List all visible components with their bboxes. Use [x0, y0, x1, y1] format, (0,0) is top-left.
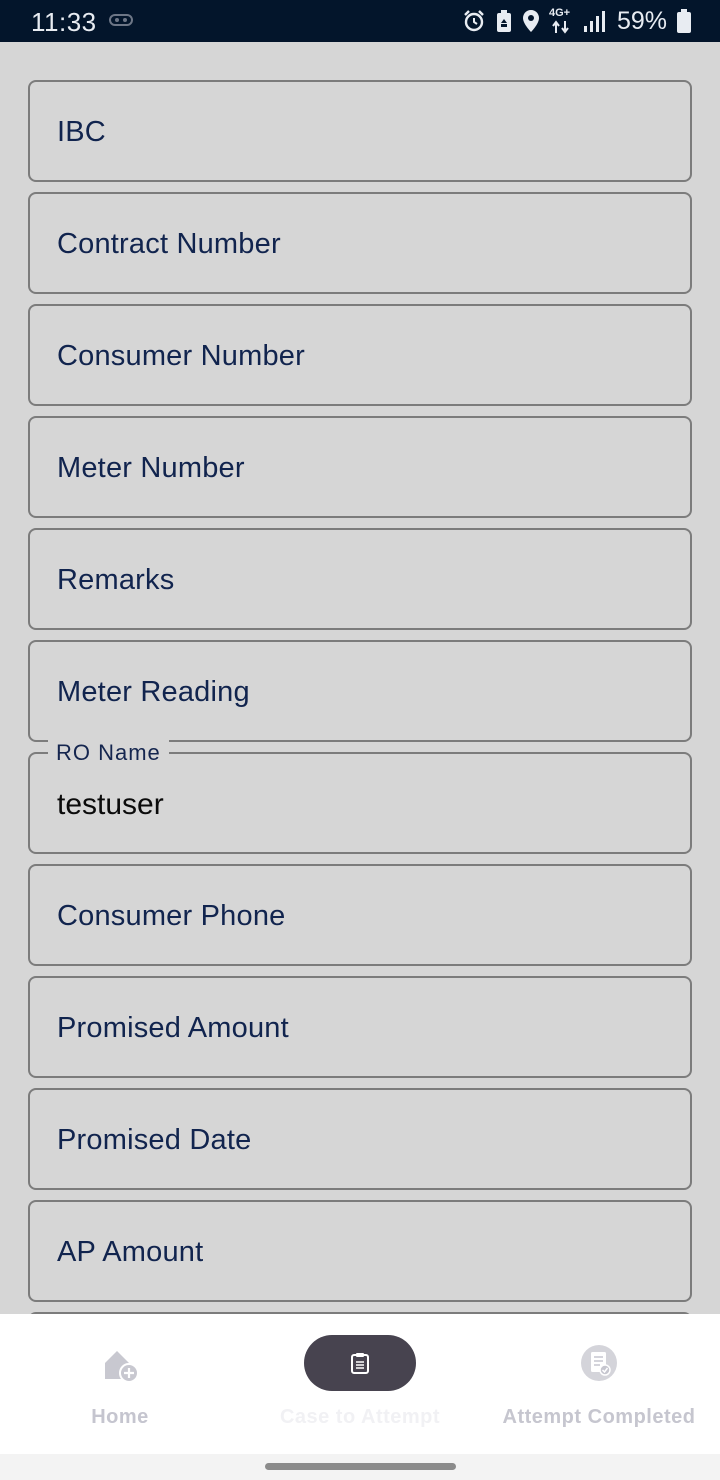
consumer-number-field[interactable]: Consumer Number	[28, 304, 692, 406]
ibc-field[interactable]: IBC	[28, 80, 692, 182]
meter-number-field[interactable]: Meter Number	[28, 416, 692, 518]
nav-case-to-attempt-label: Case to Attempt	[279, 1406, 441, 1428]
form-scroll-area[interactable]: IBC Contract Number Consumer Number Mete…	[0, 42, 720, 1314]
nav-case-to-attempt[interactable]: Case to Attempt	[260, 1314, 460, 1454]
gesture-handle[interactable]	[265, 1463, 456, 1470]
battery-percent: 59%	[616, 6, 667, 35]
clipboard-icon	[351, 1353, 369, 1374]
contract-number-placeholder: Contract Number	[57, 228, 281, 260]
promised-date-placeholder: Promised Date	[57, 1124, 252, 1156]
promised-amount-placeholder: Promised Amount	[57, 1012, 289, 1044]
nav-active-indicator	[304, 1335, 416, 1391]
status-bar: 11:33 4G+ 59%	[0, 0, 720, 42]
consumer-number-placeholder: Consumer Number	[57, 340, 305, 372]
consumer-phone-placeholder: Consumer Phone	[57, 900, 286, 932]
remarks-field[interactable]: Remarks	[28, 528, 692, 630]
status-time: 11:33	[31, 7, 97, 37]
bottom-navigation: Home Case to Attempt Attempt Completed	[0, 1314, 720, 1454]
home-add-icon	[105, 1351, 139, 1383]
gesture-navigation-area	[0, 1454, 720, 1480]
battery-icon	[677, 9, 691, 33]
data-arrows-icon	[552, 20, 569, 34]
ro-name-field[interactable]: RO Name testuser	[28, 740, 692, 854]
document-check-icon	[581, 1345, 617, 1381]
meter-number-placeholder: Meter Number	[57, 452, 245, 484]
alarm-icon	[464, 10, 484, 32]
ro-name-value: testuser	[57, 788, 164, 821]
meter-reading-field[interactable]: Meter Reading	[28, 640, 692, 742]
nav-attempt-completed[interactable]: Attempt Completed	[488, 1314, 710, 1454]
meter-reading-placeholder: Meter Reading	[57, 676, 250, 708]
contract-number-field[interactable]: Contract Number	[28, 192, 692, 294]
battery-saver-icon	[496, 10, 511, 32]
location-icon	[522, 10, 539, 32]
promised-date-field[interactable]: Promised Date	[28, 1088, 692, 1190]
ibc-placeholder: IBC	[57, 116, 106, 148]
promised-amount-field[interactable]: Promised Amount	[28, 976, 692, 1078]
nav-home-label: Home	[91, 1406, 149, 1428]
consumer-phone-field[interactable]: Consumer Phone	[28, 864, 692, 966]
ro-name-label: RO Name	[48, 740, 169, 766]
signal-icon	[583, 11, 605, 32]
network-type-label: 4G+	[548, 7, 571, 19]
network-type: 4G+	[549, 7, 573, 35]
notification-icon	[109, 14, 133, 26]
nav-attempt-completed-label: Attempt Completed	[502, 1406, 696, 1428]
remarks-placeholder: Remarks	[57, 564, 175, 596]
ap-amount-field[interactable]: AP Amount	[28, 1200, 692, 1302]
nav-home[interactable]: Home	[40, 1314, 200, 1454]
ap-amount-placeholder: AP Amount	[57, 1236, 204, 1268]
